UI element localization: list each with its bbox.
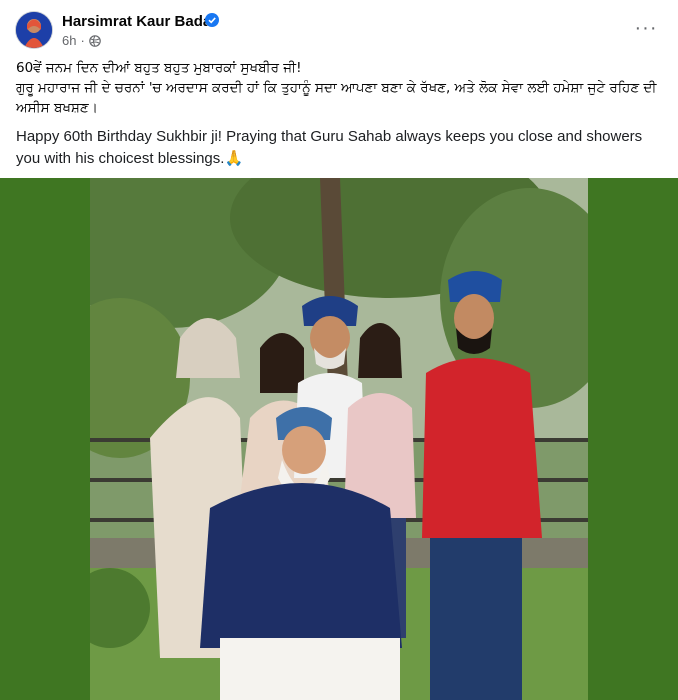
more-options-button[interactable]: ··· — [630, 16, 662, 40]
post-header: Harsimrat Kaur Badal 6h · ··· — [0, 0, 678, 56]
avatar-image — [16, 12, 52, 48]
post-text-punjabi-line2: ਗੁਰੂ ਮਹਾਰਾਜ ਜੀ ਦੇ ਚਰਨਾਂ 'ਚ ਅਰਦਾਸ ਕਰਦੀ ਹਾ… — [16, 80, 657, 116]
post-photo[interactable] — [90, 178, 588, 700]
post-text-english: Happy 60th Birthday Sukhbir ji! Praying … — [16, 126, 664, 170]
post-photo-container[interactable] — [0, 178, 678, 700]
family-photo-illustration — [90, 178, 588, 700]
author-name[interactable]: Harsimrat Kaur Badal — [62, 13, 215, 30]
post-text: 60ਵੇਂ ਜਨਮ ਦਿਨ ਦੀਆਂ ਬਹੁਤ ਬਹੁਤ ਮੁਬਾਰਕਾਂ ਸੁ… — [16, 58, 664, 170]
verified-badge-icon — [205, 13, 219, 27]
meta-separator: · — [80, 33, 85, 48]
globe-icon[interactable] — [89, 34, 101, 47]
post-text-punjabi-line1: 60ਵੇਂ ਜਨਮ ਦਿਨ ਦੀਆਂ ਬਹੁਤ ਬਹੁਤ ਮੁਬਾਰਕਾਂ ਸੁ… — [16, 60, 302, 76]
post-timestamp[interactable]: 6h — [62, 33, 76, 48]
author-avatar[interactable] — [16, 12, 52, 48]
post-meta: 6h · — [62, 33, 101, 48]
post-text-english-body: Happy 60th Birthday Sukhbir ji! Praying … — [16, 128, 643, 167]
praying-hands-emoji: 🙏 — [224, 150, 244, 167]
more-options-icon: ··· — [634, 16, 658, 39]
